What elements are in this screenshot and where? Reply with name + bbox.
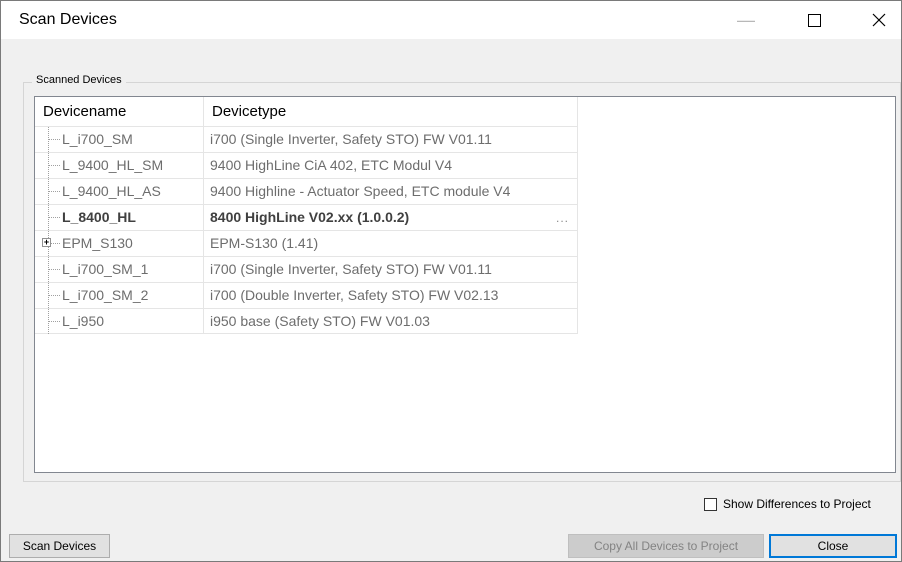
tree-connector	[48, 217, 60, 218]
devicetype-cell[interactable]: i700 (Single Inverter, Safety STO) FW V0…	[204, 257, 578, 282]
table-row[interactable]: L_9400_HL_SM 9400 HighLine CiA 402, ETC M…	[35, 152, 578, 178]
cell-ellipsis-button[interactable]: ...	[556, 211, 569, 225]
devicename-text: L_i700_SM_2	[62, 287, 149, 303]
devicetype-cell[interactable]: i700 (Single Inverter, Safety STO) FW V0…	[204, 127, 578, 152]
table-row[interactable]: L_i700_SM i700 (Single Inverter, Safety S…	[35, 126, 578, 152]
devicetype-text: i700 (Single Inverter, Safety STO) FW V0…	[210, 131, 492, 147]
tree-connector	[48, 139, 60, 140]
group-legend: Scanned Devices	[32, 74, 126, 86]
devicetype-cell[interactable]: 8400 HighLine V02.xx (1.0.0.2)...	[204, 205, 578, 230]
devicetype-cell[interactable]: i950 base (Safety STO) FW V01.03	[204, 309, 578, 334]
list-header: Devicename Devicetype	[35, 97, 578, 126]
devicetype-cell[interactable]: 9400 Highline - Actuator Speed, ETC modu…	[204, 179, 578, 204]
maximize-button[interactable]	[791, 1, 837, 39]
scan-devices-button[interactable]: Scan Devices	[9, 534, 110, 558]
devicetype-text: 8400 HighLine V02.xx (1.0.0.2)	[210, 209, 410, 225]
expand-icon[interactable]: +	[42, 238, 51, 247]
devicename-cell[interactable]: L_9400_HL_AS	[35, 179, 204, 204]
table-row[interactable]: + EPM_S130 EPM-S130 (1.41)	[35, 230, 578, 256]
maximize-icon	[807, 13, 821, 27]
devicetype-text: i700 (Double Inverter, Safety STO) FW V0…	[210, 287, 499, 303]
devicename-cell[interactable]: L_9400_HL_SM	[35, 153, 204, 178]
show-differences-checkbox[interactable]	[704, 497, 717, 511]
devicetype-cell[interactable]: i700 (Double Inverter, Safety STO) FW V0…	[204, 283, 578, 308]
close-button[interactable]: Close	[769, 534, 897, 558]
devicetype-text: i950 base (Safety STO) FW V01.03	[210, 313, 430, 329]
devicetype-text: 9400 HighLine CiA 402, ETC Modul V4	[210, 157, 453, 173]
table-row[interactable]: L_8400_HL 8400 HighLine V02.xx (1.0.0.2).…	[35, 204, 578, 230]
table-row[interactable]: L_i700_SM_2 i700 (Double Inverter, Safety…	[35, 282, 578, 308]
table-row[interactable]: L_i700_SM_1 i700 (Single Inverter, Safety…	[35, 256, 578, 282]
devicetype-text: i700 (Single Inverter, Safety STO) FW V0…	[210, 261, 492, 277]
devicename-text: EPM_S130	[62, 235, 133, 251]
devicetype-cell[interactable]: EPM-S130 (1.41)	[204, 231, 578, 256]
tree-connector	[48, 191, 60, 192]
devicename-text: L_9400_HL_SM	[62, 157, 164, 173]
devicename-cell[interactable]: L_i700_SM_1	[35, 257, 204, 282]
show-differences-label: Show Differences to Project	[723, 497, 871, 511]
devicename-text: L_8400_HL	[62, 209, 136, 225]
devicename-cell[interactable]: L_i950	[35, 309, 204, 334]
devicetype-cell[interactable]: 9400 HighLine CiA 402, ETC Modul V4	[204, 153, 578, 178]
devicename-cell[interactable]: + EPM_S130	[35, 231, 204, 256]
devicename-text: L_9400_HL_AS	[62, 183, 161, 199]
minimize-button[interactable]: —	[723, 1, 769, 39]
tree-connector	[48, 269, 60, 270]
tree-connector	[48, 295, 60, 296]
devicename-cell[interactable]: L_8400_HL	[35, 205, 204, 230]
scan-devices-dialog: Scan Devices — Scanned Devices Devicenam…	[0, 0, 902, 562]
copy-all-devices-button[interactable]: Copy All Devices to Project	[568, 534, 764, 558]
devicename-text: L_i950	[62, 313, 105, 329]
title-bar: Scan Devices —	[1, 1, 901, 39]
show-differences-option[interactable]: Show Differences to Project	[704, 497, 871, 511]
devicename-text: L_i700_SM	[62, 131, 133, 147]
minimize-icon: —	[737, 9, 755, 30]
devicename-text: L_i700_SM_1	[62, 261, 149, 277]
window-title: Scan Devices	[19, 11, 117, 28]
close-window-button[interactable]	[856, 1, 902, 39]
device-list[interactable]: Devicename Devicetype L_i700_SM i700 (Sin…	[34, 96, 896, 473]
devicetype-text: 9400 Highline - Actuator Speed, ETC modu…	[210, 183, 511, 199]
table-row[interactable]: L_9400_HL_AS 9400 Highline - Actuator Spe…	[35, 178, 578, 204]
devicename-cell[interactable]: L_i700_SM_2	[35, 283, 204, 308]
table-row[interactable]: L_i950 i950 base (Safety STO) FW V01.03	[35, 308, 578, 334]
column-header-devicetype[interactable]: Devicetype	[204, 97, 578, 126]
column-header-devicename[interactable]: Devicename	[35, 97, 204, 126]
device-rows: L_i700_SM i700 (Single Inverter, Safety S…	[35, 126, 578, 334]
devicename-cell[interactable]: L_i700_SM	[35, 127, 204, 152]
tree-connector	[48, 165, 60, 166]
tree-connector	[48, 321, 60, 322]
close-icon	[872, 13, 886, 27]
devicetype-text: EPM-S130 (1.41)	[210, 235, 319, 251]
